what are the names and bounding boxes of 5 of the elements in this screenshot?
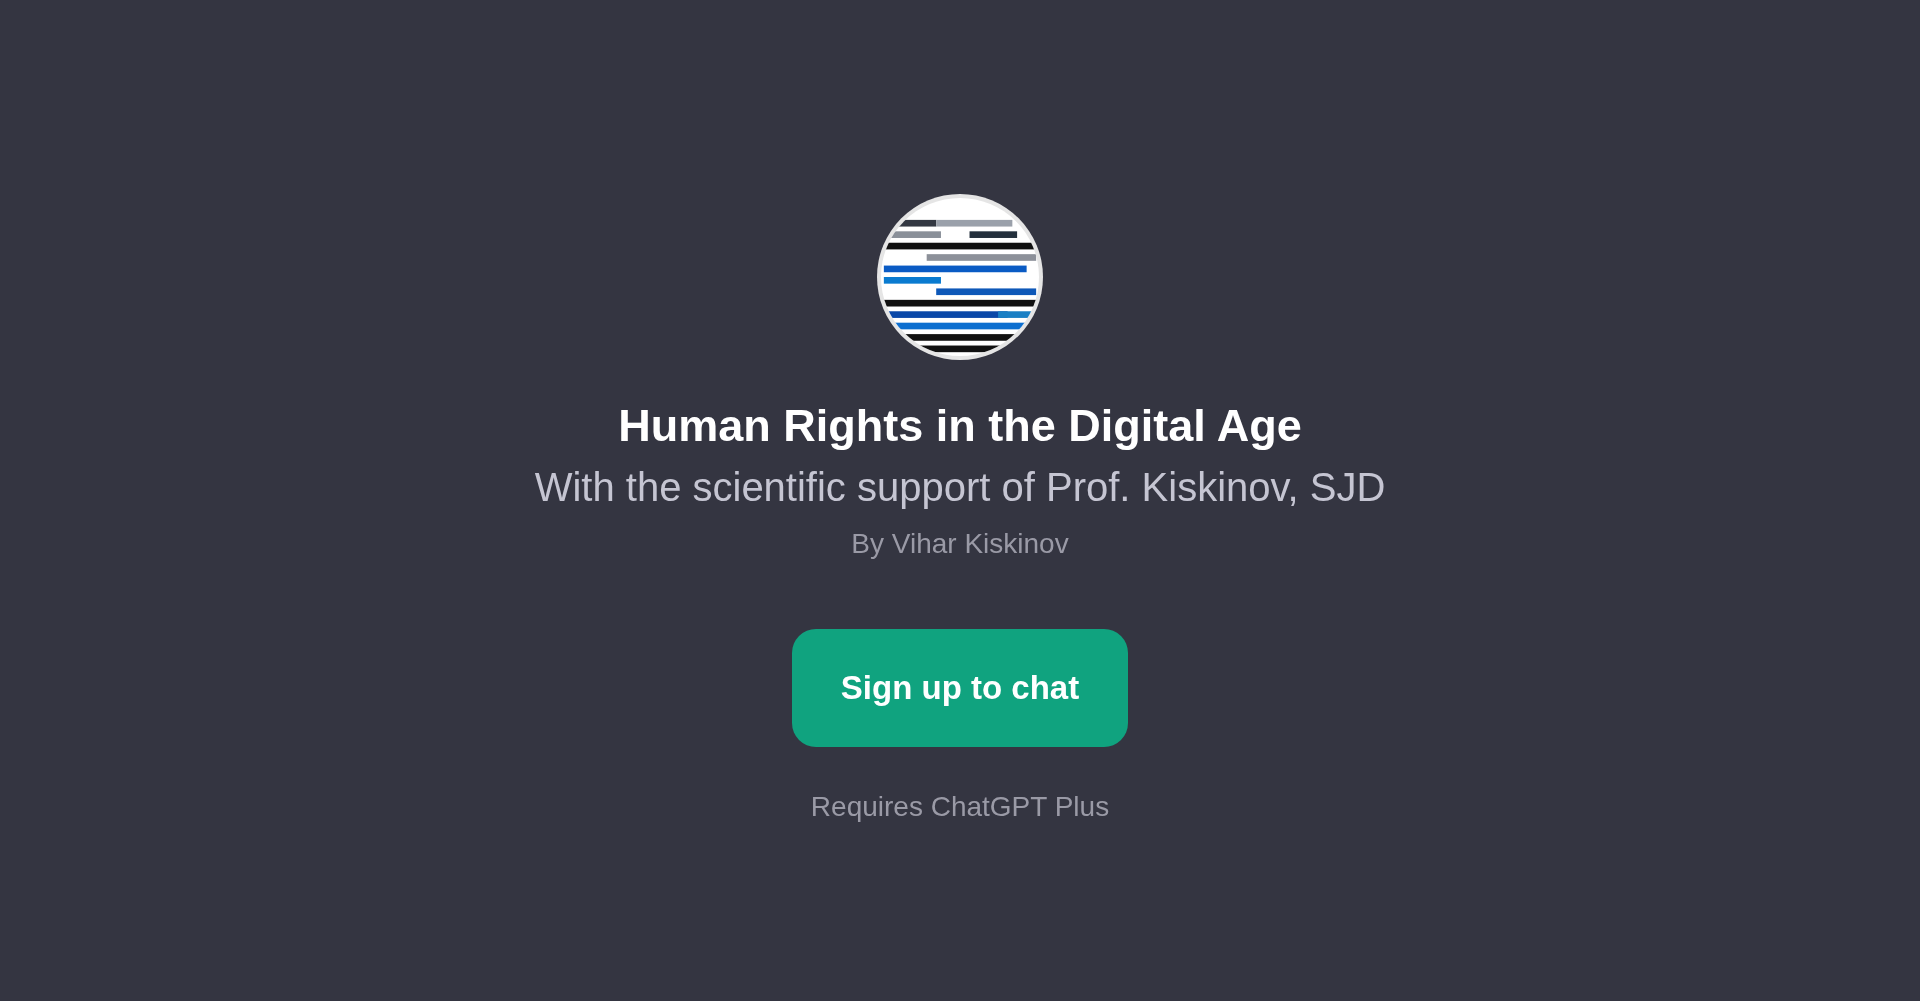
requirement-note: Requires ChatGPT Plus: [810, 790, 1110, 824]
gpt-description: With the scientific support of Prof. Kiskinov, SJD: [534, 464, 1386, 511]
sign-up-button[interactable]: Sign up to chat: [792, 629, 1128, 747]
author-name: By Vihar Kiskinov: [851, 527, 1069, 561]
gpt-title: Human Rights in the Digital Age: [618, 399, 1302, 453]
